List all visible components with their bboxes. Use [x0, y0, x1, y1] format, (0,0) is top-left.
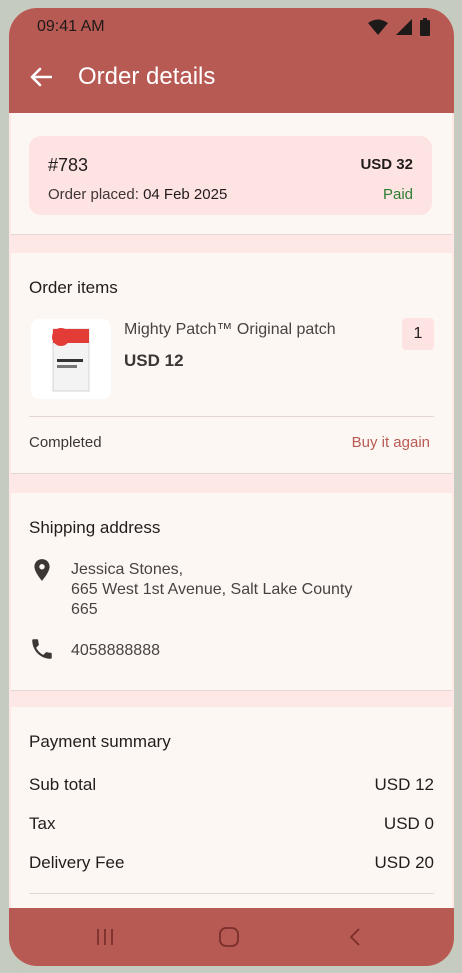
payment-summary-card: Payment summary Sub total USD 12 Tax USD…: [11, 707, 452, 908]
shipping-address-text: Jessica Stones, 665 West 1st Avenue, Sal…: [71, 560, 352, 620]
status-icons: [368, 18, 430, 36]
item-quantity-badge: 1: [402, 318, 434, 350]
order-placed-date: 04 Feb 2025: [143, 186, 228, 203]
buy-again-button[interactable]: Buy it again: [352, 434, 430, 451]
phone-frame: 09:41 AM Order details #783 Order placed…: [0, 0, 462, 973]
payment-status-badge: Paid: [382, 186, 413, 203]
payment-row-label: Sub total: [29, 775, 97, 794]
order-id: #783: [48, 155, 89, 175]
item-name: Mighty Patch™ Original patch: [124, 321, 336, 338]
shipping-title: Shipping address: [29, 518, 161, 537]
order-placed-label: Order placed:: [48, 186, 139, 203]
payment-row-label: Delivery Fee: [29, 853, 125, 872]
product-image: [52, 328, 90, 392]
location-pin-icon: [34, 559, 50, 581]
back-button[interactable]: [27, 63, 55, 91]
arrow-back-icon: [30, 67, 52, 87]
signal-icon: [396, 19, 412, 35]
payment-row-delivery-fee: Delivery Fee USD 20: [29, 853, 434, 873]
back-chevron-icon: [349, 928, 360, 946]
item-price: USD 12: [124, 351, 184, 370]
app-bar: 09:41 AM Order details: [9, 8, 454, 113]
items-divider: [29, 416, 434, 417]
home-icon: [219, 927, 239, 947]
order-info-box: #783 Order placed: 04 Feb 2025 USD 32 Pa…: [29, 136, 432, 215]
order-total: USD 32: [360, 156, 413, 173]
shipping-phone: 4058888888: [71, 642, 160, 659]
recent-apps-button[interactable]: [91, 923, 119, 951]
payment-title: Payment summary: [29, 732, 171, 751]
payment-row-value: USD 12: [374, 775, 434, 794]
payment-row-tax: Tax USD 0: [29, 814, 434, 834]
order-status-text: Completed: [29, 434, 102, 451]
home-button[interactable]: [215, 923, 243, 951]
payment-row-subtotal: Sub total USD 12: [29, 775, 434, 795]
order-items-title: Order items: [29, 278, 118, 297]
phone-icon: [32, 639, 52, 659]
screen: 09:41 AM Order details #783 Order placed…: [9, 8, 454, 966]
address-line: 665 West 1st Avenue, Salt Lake County: [71, 581, 353, 598]
system-nav-bar: [9, 908, 454, 966]
order-items-card: Order items Mighty Patch™ Original patch…: [11, 253, 452, 474]
payment-row-label: Tax: [29, 814, 56, 833]
payment-row-value: USD 20: [374, 853, 434, 872]
order-placed: Order placed: 04 Feb 2025: [48, 186, 227, 203]
product-thumbnail[interactable]: [31, 319, 111, 399]
back-nav-button[interactable]: [341, 923, 369, 951]
payment-row-value: USD 0: [383, 814, 434, 833]
payment-divider: [29, 893, 434, 894]
wifi-icon: [368, 19, 388, 35]
order-summary-card: #783 Order placed: 04 Feb 2025 USD 32 Pa…: [11, 113, 452, 235]
order-content: #783 Order placed: 04 Feb 2025 USD 32 Pa…: [9, 113, 454, 908]
battery-icon: [420, 18, 430, 36]
recent-apps-icon: [97, 929, 113, 945]
page-title: Order details: [78, 63, 216, 90]
shipping-address-card: Shipping address Jessica Stones, 665 Wes…: [11, 493, 452, 691]
address-line: 665: [71, 601, 98, 618]
address-line: Jessica Stones,: [71, 561, 184, 578]
status-time: 09:41 AM: [37, 18, 105, 35]
